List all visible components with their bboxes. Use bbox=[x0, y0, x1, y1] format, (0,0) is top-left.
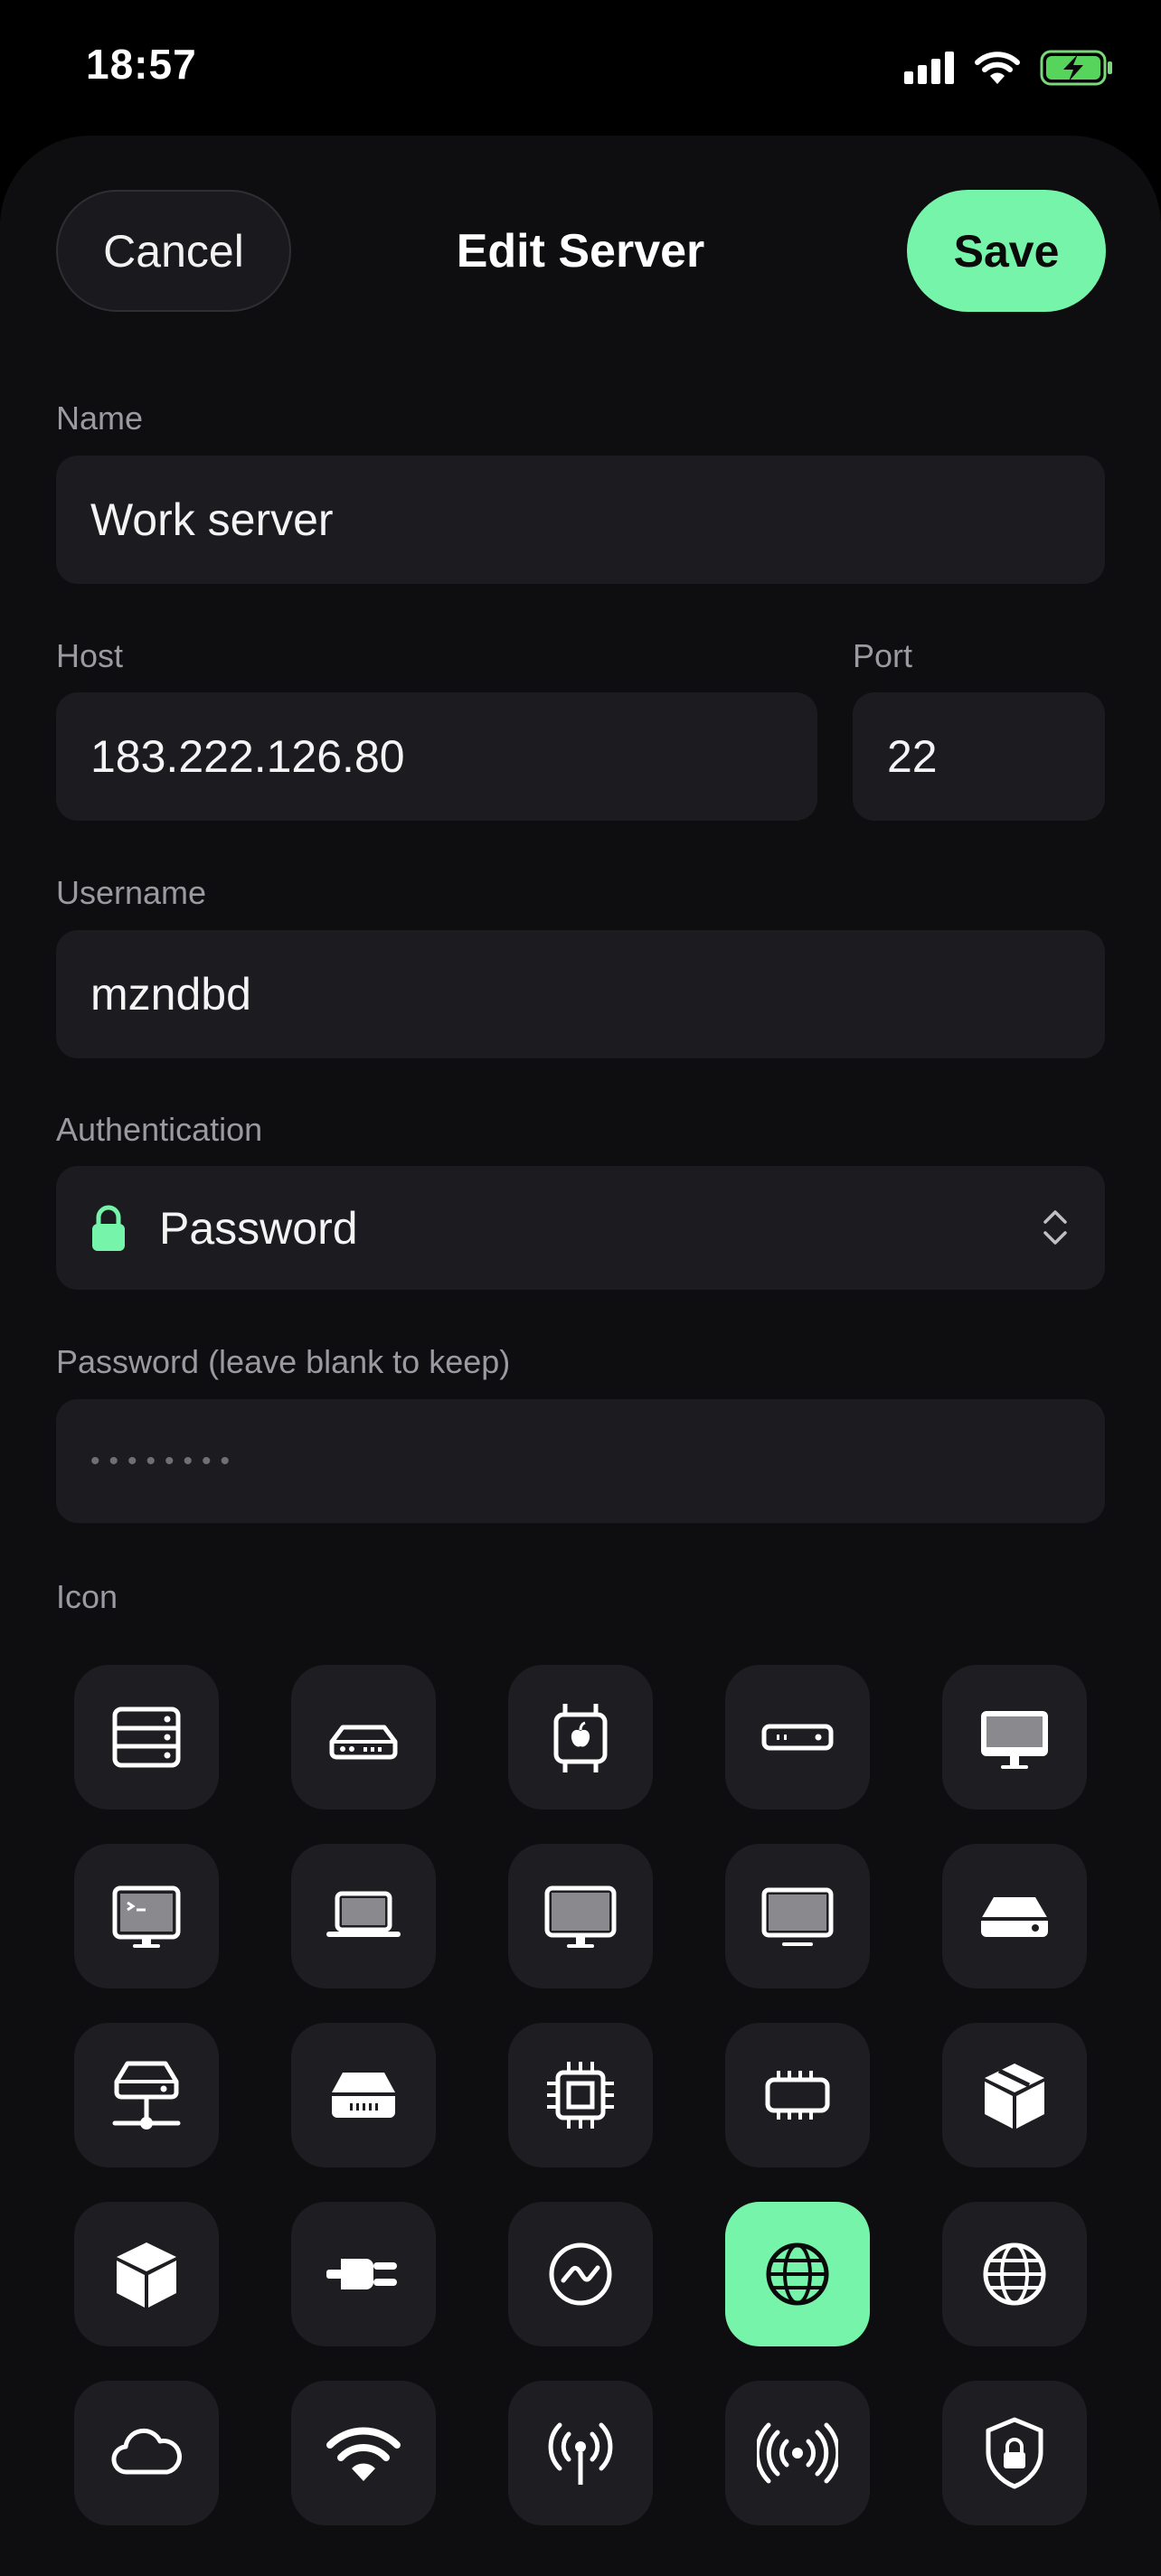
display-icon bbox=[761, 1887, 834, 1946]
icon-option-imac[interactable] bbox=[942, 1665, 1087, 1810]
antenna-icon bbox=[548, 2422, 613, 2485]
host-label: Host bbox=[56, 637, 124, 674]
icon-option-server-rack[interactable] bbox=[74, 1665, 219, 1810]
port-label: Port bbox=[853, 637, 913, 674]
icon-option-waveform-circle[interactable] bbox=[508, 2202, 653, 2346]
status-bar: 18:57 bbox=[0, 0, 1161, 136]
network-drive-icon bbox=[112, 2061, 181, 2129]
icon-option-antenna[interactable] bbox=[508, 2381, 653, 2525]
icon-option-lock-shield[interactable] bbox=[942, 2381, 1087, 2525]
imac-icon bbox=[981, 1711, 1048, 1769]
globe-icon bbox=[766, 2242, 829, 2306]
broadcast-icon bbox=[757, 2422, 838, 2484]
icon-option-globe-outline[interactable] bbox=[942, 2202, 1087, 2346]
cube-icon bbox=[117, 2242, 176, 2308]
icon-option-desktop-monitor[interactable] bbox=[508, 1844, 653, 1988]
server-rack-icon bbox=[112, 1706, 181, 1768]
power-plug-icon bbox=[326, 2259, 397, 2289]
icon-option-monitor-terminal[interactable] bbox=[74, 1844, 219, 1988]
icon-option-wifi[interactable] bbox=[291, 2381, 436, 2525]
authentication-value: Password bbox=[159, 1202, 358, 1254]
wifi-status-icon bbox=[975, 52, 1020, 84]
host-field[interactable]: 183.222.126.80 bbox=[56, 692, 817, 821]
status-time: 18:57 bbox=[86, 41, 197, 88]
port-value: 22 bbox=[887, 731, 938, 782]
laptop-icon bbox=[326, 1891, 401, 1937]
icon-option-cube[interactable] bbox=[74, 2202, 219, 2346]
chevron-up-down-icon bbox=[1043, 1210, 1067, 1245]
icon-option-globe-selected[interactable] bbox=[725, 2202, 870, 2346]
password-field[interactable]: •••••••• bbox=[56, 1399, 1105, 1523]
save-button[interactable]: Save bbox=[907, 190, 1106, 312]
cpu-icon bbox=[547, 2062, 614, 2129]
waveform-circle-icon bbox=[549, 2242, 612, 2306]
icon-option-laptop[interactable] bbox=[291, 1844, 436, 1988]
icon-option-package[interactable] bbox=[942, 2023, 1087, 2167]
icon-option-network-drive[interactable] bbox=[74, 2023, 219, 2167]
username-label: Username bbox=[56, 874, 207, 911]
router-icon bbox=[329, 1725, 398, 1760]
port-field[interactable]: 22 bbox=[853, 692, 1105, 821]
icon-option-cloud[interactable] bbox=[74, 2381, 219, 2525]
password-label: Password (leave blank to keep) bbox=[56, 1343, 511, 1380]
icon-option-router[interactable] bbox=[291, 1665, 436, 1810]
authentication-select[interactable]: Password bbox=[56, 1166, 1105, 1290]
icon-option-memory-chip[interactable] bbox=[725, 2023, 870, 2167]
name-label: Name bbox=[56, 400, 144, 437]
memory-chip-icon bbox=[765, 2071, 830, 2120]
globe-outline-icon bbox=[983, 2242, 1046, 2306]
cloud-icon bbox=[111, 2428, 182, 2475]
cellular-signal-icon bbox=[904, 52, 954, 84]
icon-label: Icon bbox=[56, 1578, 118, 1615]
status-icons bbox=[904, 45, 1114, 90]
desktop-monitor-icon bbox=[544, 1885, 617, 1948]
external-drive-icon bbox=[981, 1897, 1048, 1937]
monitor-terminal-icon bbox=[112, 1885, 181, 1948]
storage-drive-icon bbox=[332, 2073, 395, 2118]
icon-option-cpu[interactable] bbox=[508, 2023, 653, 2167]
wifi-icon bbox=[326, 2427, 401, 2481]
username-field[interactable]: mzndbd bbox=[56, 930, 1105, 1058]
icon-option-rack-unit[interactable] bbox=[725, 1665, 870, 1810]
battery-charging-icon bbox=[1040, 50, 1112, 86]
page-title: Edit Server bbox=[456, 224, 705, 277]
name-value: Work server bbox=[90, 494, 334, 545]
password-placeholder: •••••••• bbox=[90, 1445, 240, 1476]
host-value: 183.222.126.80 bbox=[90, 731, 405, 782]
icon-option-display[interactable] bbox=[725, 1844, 870, 1988]
lock-shield-icon bbox=[986, 2417, 1043, 2489]
lock-icon bbox=[92, 1205, 125, 1251]
icon-option-broadcast[interactable] bbox=[725, 2381, 870, 2525]
icon-option-external-drive[interactable] bbox=[942, 1844, 1087, 1988]
icon-option-apple-chip[interactable] bbox=[508, 1665, 653, 1810]
username-value: mzndbd bbox=[90, 969, 251, 1020]
apple-chip-icon bbox=[553, 1704, 608, 1772]
cancel-button[interactable]: Cancel bbox=[56, 190, 291, 312]
package-icon bbox=[985, 2064, 1044, 2129]
icon-picker-grid bbox=[74, 1665, 1087, 2525]
icon-option-power-plug[interactable] bbox=[291, 2202, 436, 2346]
name-field[interactable]: Work server bbox=[56, 456, 1105, 584]
authentication-label: Authentication bbox=[56, 1111, 263, 1148]
rack-unit-icon bbox=[761, 1724, 834, 1751]
icon-option-storage-drive[interactable] bbox=[291, 2023, 436, 2167]
